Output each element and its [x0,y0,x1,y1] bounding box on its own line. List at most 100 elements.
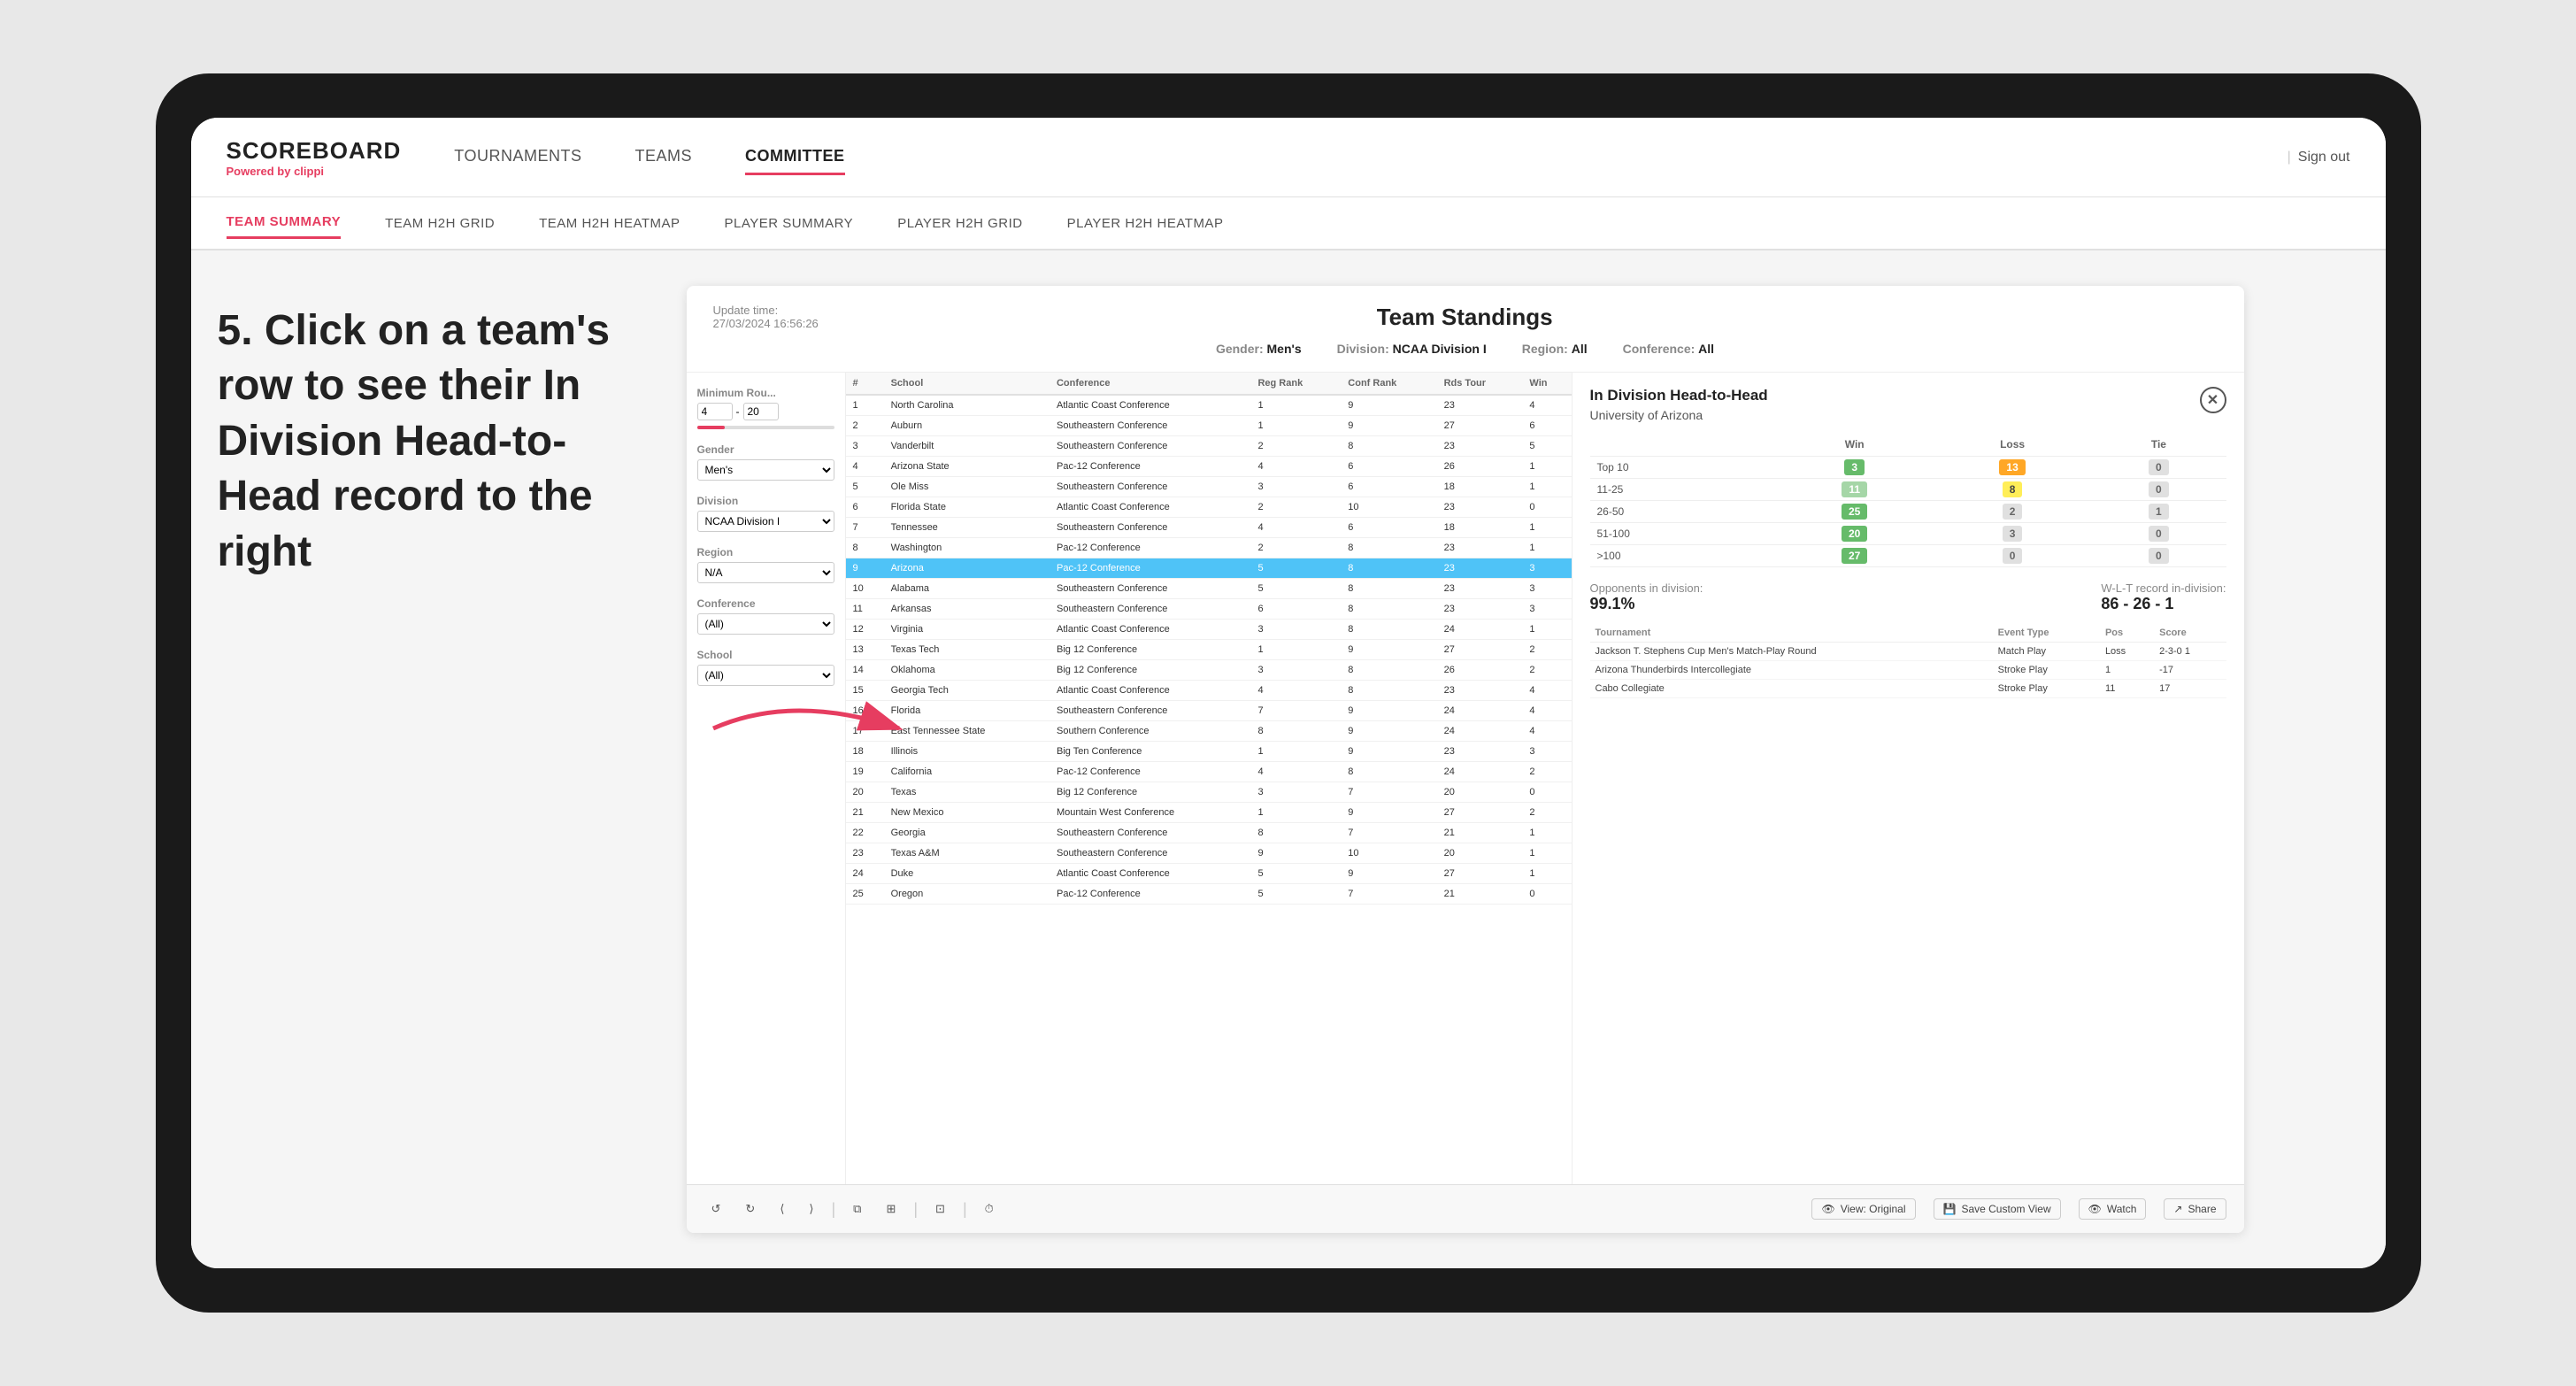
wlt-label: W-L-T record in-division: [2101,581,2226,595]
cell-reg-rank: 1 [1250,395,1341,416]
min-rounds-max-input[interactable] [743,403,779,420]
cell-conference: Southeastern Conference [1050,436,1250,457]
cell-reg-rank: 9 [1250,843,1341,864]
table-row[interactable]: 24 Duke Atlantic Coast Conference 5 9 27… [846,864,1572,884]
cell-school: Alabama [884,579,1050,599]
table-row[interactable]: 19 California Pac-12 Conference 4 8 24 2 [846,762,1572,782]
settings-button[interactable]: ⊡ [928,1198,952,1220]
cell-conf-rank: 6 [1341,518,1436,538]
table-row[interactable]: 4 Arizona State Pac-12 Conference 4 6 26… [846,457,1572,477]
cell-rds: 26 [1437,660,1523,681]
cell-rank: 4 [846,457,884,477]
cell-conf-rank: 8 [1341,558,1436,579]
cell-conference: Big Ten Conference [1050,742,1250,762]
step-forward-button[interactable]: ⟩ [802,1198,820,1220]
cell-conference: Pac-12 Conference [1050,457,1250,477]
table-row[interactable]: 18 Illinois Big Ten Conference 1 9 23 3 [846,742,1572,762]
min-rounds-input[interactable] [697,403,733,420]
opponents-area: Opponents in division: 99.1% [1590,581,1703,613]
sub-nav-player-h2h-heatmap[interactable]: PLAYER H2H HEATMAP [1067,209,1224,238]
nav-item-teams[interactable]: TEAMS [634,140,692,175]
main-content: 5. Click on a team's row to see their In… [191,250,2386,1268]
cell-conference: Atlantic Coast Conference [1050,620,1250,640]
logo-sub: Powered by clippi [227,165,402,178]
cell-win: 1 [1522,823,1571,843]
paste-button[interactable]: ⊞ [879,1198,903,1220]
table-row[interactable]: 21 New Mexico Mountain West Conference 1… [846,803,1572,823]
sub-nav-team-summary[interactable]: TEAM SUMMARY [227,207,342,239]
table-row[interactable]: 16 Florida Southeastern Conference 7 9 2… [846,701,1572,721]
table-row[interactable]: 23 Texas A&M Southeastern Conference 9 1… [846,843,1572,864]
region-select[interactable]: N/A [697,562,834,583]
cell-school: Texas A&M [884,843,1050,864]
table-row[interactable]: 22 Georgia Southeastern Conference 8 7 2… [846,823,1572,843]
cell-reg-rank: 8 [1250,721,1341,742]
gender-select[interactable]: Men's [697,459,834,481]
cell-school: Arizona [884,558,1050,579]
watch-button[interactable]: 👁 Watch [2079,1198,2147,1220]
cell-win: 0 [1522,884,1571,905]
cell-conference: Southeastern Conference [1050,518,1250,538]
table-row[interactable]: 20 Texas Big 12 Conference 3 7 20 0 [846,782,1572,803]
opponents-label: Opponents in division: [1590,581,1703,595]
table-row[interactable]: 3 Vanderbilt Southeastern Conference 2 8… [846,436,1572,457]
table-row[interactable]: 13 Texas Tech Big 12 Conference 1 9 27 2 [846,640,1572,660]
filter-group-division: Division NCAA Division I [697,495,834,532]
table-row[interactable]: 12 Virginia Atlantic Coast Conference 3 … [846,620,1572,640]
sub-nav-team-h2h-heatmap[interactable]: TEAM H2H HEATMAP [539,209,680,238]
copy-button[interactable]: ⧉ [846,1198,868,1220]
cell-conference: Southeastern Conference [1050,599,1250,620]
cell-reg-rank: 5 [1250,579,1341,599]
table-row[interactable]: 17 East Tennessee State Southern Confere… [846,721,1572,742]
cell-conf-rank: 8 [1341,599,1436,620]
sub-nav-team-h2h-grid[interactable]: TEAM H2H GRID [385,209,495,238]
save-custom-button[interactable]: 💾 Save Custom View [1934,1198,2061,1220]
sign-out-button[interactable]: Sign out [2298,150,2350,166]
table-row[interactable]: 14 Oklahoma Big 12 Conference 3 8 26 2 [846,660,1572,681]
min-rounds-slider[interactable] [697,426,834,429]
cell-reg-rank: 6 [1250,599,1341,620]
table-row[interactable]: 1 North Carolina Atlantic Coast Conferen… [846,395,1572,416]
tournament-row: Arizona Thunderbirds Intercollegiate Str… [1590,661,2226,680]
h2h-win: 3 [1775,457,1933,479]
cell-reg-rank: 2 [1250,436,1341,457]
share-button[interactable]: ↗ Share [2164,1198,2226,1220]
cell-reg-rank: 3 [1250,660,1341,681]
table-row[interactable]: 8 Washington Pac-12 Conference 2 8 23 1 [846,538,1572,558]
table-row[interactable]: 6 Florida State Atlantic Coast Conferenc… [846,497,1572,518]
cell-school: Florida State [884,497,1050,518]
filter-group-region: Region N/A [697,546,834,583]
panel-header-top: Update time: 27/03/2024 16:56:26 Team St… [713,304,2218,331]
cell-rds: 27 [1437,640,1523,660]
table-row[interactable]: 15 Georgia Tech Atlantic Coast Conferenc… [846,681,1572,701]
redo-button[interactable]: ↻ [738,1198,762,1220]
nav-item-tournaments[interactable]: TOURNAMENTS [454,140,581,175]
tournaments-header-row: Tournament Event Type Pos Score [1590,624,2226,643]
sub-nav-player-h2h-grid[interactable]: PLAYER H2H GRID [897,209,1022,238]
undo-button[interactable]: ↺ [704,1198,728,1220]
table-row[interactable]: 2 Auburn Southeastern Conference 1 9 27 … [846,416,1572,436]
h2h-close-button[interactable]: ✕ [2200,387,2226,413]
view-original-button[interactable]: 👁 View: Original [1811,1198,1915,1220]
table-row[interactable]: 10 Alabama Southeastern Conference 5 8 2… [846,579,1572,599]
table-row[interactable]: 9 Arizona Pac-12 Conference 5 8 23 3 [846,558,1572,579]
cell-win: 1 [1522,538,1571,558]
division-select[interactable]: NCAA Division I [697,511,834,532]
cell-reg-rank: 2 [1250,497,1341,518]
conference-select[interactable]: (All) [697,613,834,635]
h2h-tie: 0 [2091,457,2226,479]
step-back-button[interactable]: ⟨ [773,1198,791,1220]
device-screen: SCOREBOARD Powered by clippi TOURNAMENTS… [191,118,2386,1268]
cell-rds: 18 [1437,477,1523,497]
table-row[interactable]: 25 Oregon Pac-12 Conference 5 7 21 0 [846,884,1572,905]
clock-button[interactable]: ⏱ [978,1198,1001,1220]
table-row[interactable]: 7 Tennessee Southeastern Conference 4 6 … [846,518,1572,538]
table-row[interactable]: 5 Ole Miss Southeastern Conference 3 6 1… [846,477,1572,497]
nav-item-committee[interactable]: COMMITTEE [745,140,845,175]
cell-school: Auburn [884,416,1050,436]
table-row[interactable]: 11 Arkansas Southeastern Conference 6 8 … [846,599,1572,620]
sub-nav-player-summary[interactable]: PLAYER SUMMARY [725,209,854,238]
cell-conf-rank: 9 [1341,803,1436,823]
table-header-row: # School Conference Reg Rank Conf Rank R… [846,373,1572,395]
school-filter-label: School [697,649,834,661]
